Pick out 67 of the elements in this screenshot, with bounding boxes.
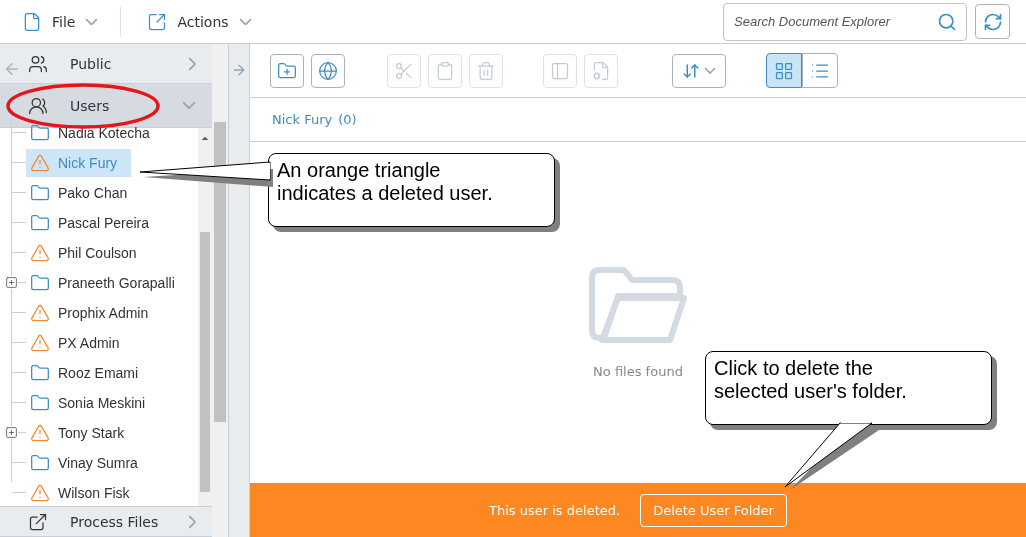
expand-icon[interactable]	[5, 426, 18, 439]
expand-icon[interactable]	[5, 276, 18, 289]
cut-icon	[394, 60, 414, 81]
external-link-icon	[28, 511, 48, 532]
new-folder-icon	[277, 60, 297, 81]
people-icon	[28, 53, 48, 74]
breadcrumb-link[interactable]: Nick Fury	[272, 112, 333, 127]
new-folder-button[interactable]	[270, 53, 304, 88]
tree-item[interactable]: Pako Chan	[26, 179, 142, 207]
folder-icon	[30, 393, 50, 413]
sort-icon	[682, 61, 700, 80]
list-view-button[interactable]	[802, 53, 838, 88]
people-icon	[28, 95, 48, 116]
paste-icon	[435, 60, 455, 81]
warning-icon	[30, 333, 50, 353]
tree-item[interactable]: Prophix Admin	[26, 299, 163, 327]
sort-button[interactable]	[672, 53, 726, 88]
chevron-icon	[187, 56, 196, 71]
banner-message: This user is deleted.	[489, 502, 621, 518]
grid-icon	[774, 60, 794, 81]
empty-message: No files found	[593, 364, 683, 379]
chevron-icon	[182, 101, 196, 110]
tree-item[interactable]: Vinay Sumra	[26, 449, 152, 477]
folder-icon	[30, 123, 50, 143]
chevron-icon	[238, 17, 252, 26]
folder-icon	[588, 266, 688, 346]
chevron-icon	[704, 66, 716, 75]
settings-file-icon	[591, 60, 611, 81]
warning-icon	[30, 243, 50, 263]
scrollbar[interactable]	[212, 44, 228, 537]
tree-item[interactable]: PX Admin	[26, 329, 134, 357]
tree-item[interactable]: Tony Stark	[26, 419, 139, 447]
folder-icon	[30, 363, 50, 383]
warning-icon	[30, 153, 50, 173]
menu-button[interactable]: File	[22, 6, 122, 37]
globe-button[interactable]	[311, 53, 345, 88]
search-icon	[937, 11, 957, 32]
refresh-button[interactable]	[975, 4, 1010, 39]
search-field[interactable]: Search Document Explorer	[723, 2, 967, 41]
panel-icon	[550, 60, 570, 81]
tree-item[interactable]: Rooz Emami	[26, 359, 153, 387]
tree-item[interactable]: Phil Coulson	[26, 239, 151, 267]
menu-button[interactable]: Actions	[147, 6, 274, 37]
chevron-icon	[85, 17, 99, 26]
warning-icon	[30, 423, 50, 443]
chevron-icon	[187, 514, 196, 529]
scrollbar[interactable]	[198, 128, 212, 506]
document-icon	[22, 11, 42, 32]
tree-item[interactable]: Wilson Fisk	[26, 479, 144, 506]
refresh-icon	[982, 11, 1003, 32]
external-link-icon	[147, 11, 168, 32]
delete-icon	[476, 60, 496, 81]
warning-icon	[30, 483, 50, 503]
grid-view-button[interactable]	[766, 53, 802, 88]
warning-icon	[30, 303, 50, 323]
tree-item[interactable]: Praneeth Gorapalli	[26, 269, 189, 297]
tree-item[interactable]: Sonia Meskini	[26, 389, 160, 417]
folder-icon	[30, 273, 50, 293]
item-count: (0)	[338, 112, 357, 127]
sidebar-section[interactable]: Process Files	[0, 507, 212, 537]
scroll-up-icon[interactable]	[201, 136, 209, 141]
folder-icon	[30, 213, 50, 233]
folder-icon	[30, 183, 50, 203]
folder-icon	[30, 453, 50, 473]
sidebar-section[interactable]: Public	[0, 44, 212, 84]
tree-item[interactable]: Pascal Pereira	[26, 209, 164, 237]
globe-icon	[318, 60, 338, 81]
